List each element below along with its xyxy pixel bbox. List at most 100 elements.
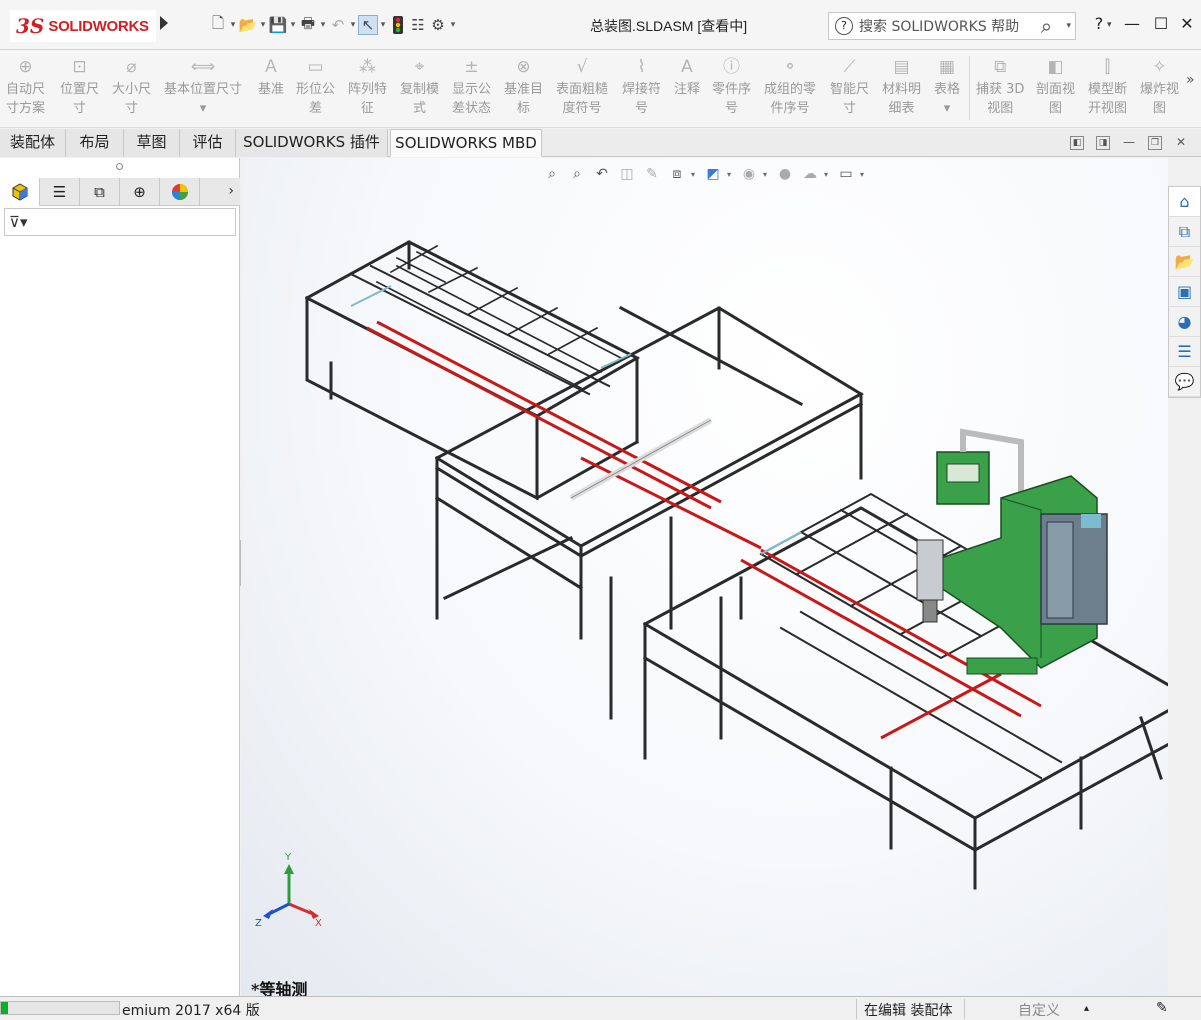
doc-minimize-icon[interactable]: — — [1122, 136, 1136, 150]
close-button[interactable]: ✕ — [1176, 12, 1198, 36]
stacked-balloon-button[interactable]: ⚬ 成组的零 件序号 — [764, 56, 816, 118]
new-document-icon[interactable]: 🗋 — [208, 14, 228, 35]
appearances-icon[interactable]: ◕ — [1169, 307, 1200, 337]
new-dropdown-icon[interactable]: ▾ — [228, 20, 238, 30]
feature-manager-tab[interactable] — [0, 178, 40, 206]
view-palette-icon[interactable]: ▣ — [1169, 277, 1200, 307]
property-manager-icon: ☰ — [52, 183, 67, 201]
tab-mbd[interactable]: SOLIDWORKS MBD — [390, 129, 542, 157]
display-manager-tab[interactable] — [160, 178, 200, 206]
doc-close-icon[interactable]: ✕ — [1174, 136, 1188, 150]
open-folder-icon[interactable]: 📂 — [238, 15, 258, 35]
tab-layout[interactable]: 布局 — [66, 129, 124, 157]
ribbon-label: 大小尺 — [112, 82, 152, 97]
document-title: 总装图.SLDASM [查看中] — [590, 18, 748, 34]
solidworks-logo[interactable]: 3S SOLIDWORKS — [10, 10, 156, 42]
ribbon-label: 视图 — [987, 101, 1014, 116]
ribbon-label: 阵列特 — [348, 82, 388, 97]
undo-icon[interactable]: ↶ — [328, 15, 348, 35]
center-gantry-frame — [434, 305, 865, 720]
tab-sketch[interactable]: 草图 — [124, 129, 180, 157]
table-button[interactable]: ▦ 表格 ▾ — [934, 56, 960, 118]
ribbon-label: 表格 — [934, 82, 961, 97]
minimize-button[interactable]: — — [1121, 12, 1143, 36]
geometric-tolerance-button[interactable]: ▭ 形位公差 — [296, 56, 335, 118]
search-icon[interactable]: ⌕ — [1026, 13, 1066, 39]
ribbon-label: 寸 — [843, 101, 857, 116]
select-dropdown-icon[interactable]: ▾ — [378, 20, 388, 30]
rebuild-traffic-light-icon[interactable] — [388, 15, 408, 35]
design-library-icon[interactable]: ⧉ — [1169, 217, 1200, 247]
ribbon-label: 式 — [413, 101, 427, 116]
help-search-box[interactable]: ? 搜索 SOLIDWORKS 帮助 ⌕ ▾ — [828, 12, 1076, 40]
home-icon[interactable]: ⌂ — [1169, 187, 1200, 217]
graphics-area[interactable]: ⌕ ⌕ ↶ ◫ ✎ ⧈ ▾ ◩ ▾ ◉ ▾ ● ☁ ▾ ▭ ▾ Y X Z *等… — [241, 158, 1168, 996]
ribbon-label: 形位公 — [296, 82, 336, 97]
restore-button[interactable]: ☐ — [1150, 12, 1172, 36]
save-icon[interactable]: 💾 — [268, 15, 288, 35]
search-dropdown-icon[interactable]: ▾ — [1066, 21, 1071, 31]
surface-finish-button[interactable]: √ 表面粗糙 度符号 — [556, 56, 608, 118]
ribbon-label: 捕获 3D — [976, 82, 1025, 97]
custom-properties-icon[interactable]: ☰ — [1169, 337, 1200, 367]
exploded-view-button[interactable]: ✧ 爆炸视图 — [1140, 56, 1179, 118]
search-input[interactable]: 搜索 SOLIDWORKS 帮助 — [859, 16, 1026, 36]
tab-assembly[interactable]: 装配体 — [0, 129, 66, 157]
capture-3d-view-button[interactable]: ⧉ 捕获 3D 视图 — [976, 56, 1024, 118]
datum-button[interactable]: Ａ 基准 — [258, 56, 284, 99]
panel-grip-icon[interactable] — [116, 163, 123, 170]
product-version-text: emium 2017 x64 版 — [122, 1003, 260, 1019]
feature-tree-filter[interactable]: ⊽▾ — [4, 208, 236, 236]
open-dropdown-icon[interactable]: ▾ — [258, 20, 268, 30]
section-view-button[interactable]: ◧ 剖面视图 — [1036, 56, 1075, 118]
file-properties-icon[interactable]: ☷ — [408, 15, 428, 35]
weld-symbol-button[interactable]: ⌇ 焊接符号 — [622, 56, 661, 118]
size-dimension-button[interactable]: ⌀ 大小尺寸 — [112, 56, 151, 118]
smart-dimension-button[interactable]: ⟋ 智能尺寸 — [830, 56, 869, 118]
datum-target-button[interactable]: ⊗ 基准目标 — [504, 56, 543, 118]
print-icon[interactable]: 🖶 — [298, 14, 318, 35]
datum-icon: Ａ — [262, 56, 280, 77]
property-manager-tab[interactable]: ☰ — [40, 178, 80, 206]
doc-restore-icon[interactable]: ❐ — [1148, 136, 1162, 150]
ribbon-dropdown-arrow-icon[interactable]: ▾ — [944, 99, 951, 118]
tab-addins[interactable]: SOLIDWORKS 插件 — [236, 129, 388, 157]
dimxpert-manager-tab[interactable]: ⊕ — [120, 178, 160, 206]
rebuild-status-icon[interactable]: ✎ — [1156, 1000, 1168, 1016]
unit-system-selector[interactable]: 自定义 — [1018, 1000, 1060, 1020]
select-pointer-icon[interactable]: ↖ — [358, 15, 378, 35]
assembly-model[interactable]: Y X Z — [241, 158, 1168, 996]
note-button[interactable]: A 注释 — [674, 56, 700, 99]
copy-scheme-button[interactable]: ⌖ 复制模式 — [400, 56, 439, 118]
forum-icon[interactable]: 💬 — [1169, 367, 1200, 397]
save-dropdown-icon[interactable]: ▾ — [288, 20, 298, 30]
tab-evaluate[interactable]: 评估 — [180, 129, 236, 157]
basic-location-dimension-button[interactable]: ⟺ 基本位置尺寸 ▾ — [164, 56, 242, 118]
menu-expand-arrow-icon[interactable] — [160, 16, 168, 30]
options-gear-icon[interactable]: ⚙ — [428, 15, 448, 35]
filter-icon[interactable]: ⊽▾ — [9, 213, 28, 231]
solidworks-window: 3S SOLIDWORKS 🗋 ▾ 📂 ▾ 💾 ▾ 🖶 ▾ ↶ ▾ ↖ ▾ ☷ ⚙ ▾ 总装图… — [0, 0, 1201, 1020]
model-break-view-button[interactable]: ⫿ 模型断 开视图 — [1088, 56, 1127, 118]
auto-dimension-scheme-button[interactable]: ⊕ 自动尺 寸方案 — [6, 56, 45, 118]
balloon-button[interactable]: ⓘ 零件序号 — [712, 56, 751, 118]
pattern-feature-button[interactable]: ⁂ 阵列特征 — [348, 56, 387, 118]
panel-scroll-right-icon[interactable]: › — [228, 183, 234, 199]
options-dropdown-icon[interactable]: ▾ — [448, 20, 458, 30]
configuration-manager-tab[interactable]: ⧉ — [80, 178, 120, 206]
ribbon-dropdown-arrow-icon[interactable]: ▾ — [200, 99, 207, 118]
tile-right-icon[interactable]: ◨ — [1096, 136, 1110, 150]
ds-brand-mark: 3S — [16, 14, 45, 38]
show-tolerance-status-button[interactable]: ± 显示公 差状态 — [452, 56, 491, 118]
print-dropdown-icon[interactable]: ▾ — [318, 20, 328, 30]
file-explorer-icon[interactable]: 📂 — [1169, 247, 1200, 277]
tile-left-icon[interactable]: ◧ — [1070, 136, 1084, 150]
bill-of-materials-button[interactable]: ▤ 材料明 细表 — [882, 56, 921, 118]
help-dropdown-icon[interactable]: ▾ — [1107, 20, 1112, 30]
ribbon-more-icon[interactable]: » — [1186, 72, 1195, 88]
ribbon-label: 材料明 — [882, 82, 922, 97]
copy-scheme-icon: ⌖ — [414, 56, 425, 77]
unit-dropdown-icon[interactable]: ▴ — [1084, 1003, 1089, 1014]
undo-dropdown-icon[interactable]: ▾ — [348, 20, 358, 30]
location-dimension-button[interactable]: ⊡ 位置尺寸 — [60, 56, 99, 118]
